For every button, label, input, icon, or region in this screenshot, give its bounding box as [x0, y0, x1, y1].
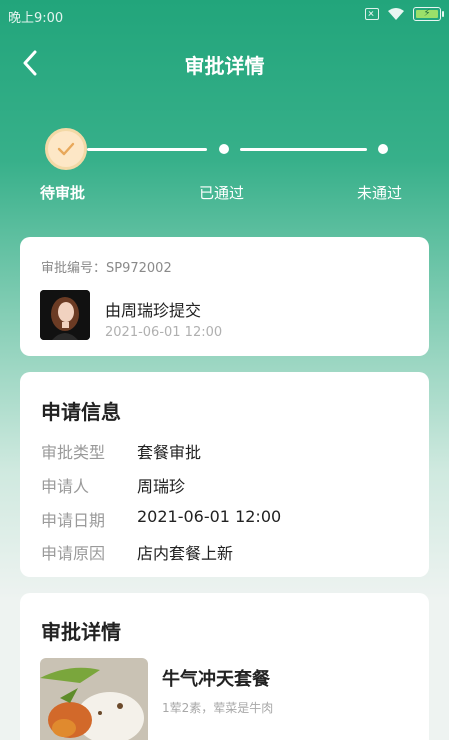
- submitter-text: 由周瑞珍提交: [105, 301, 202, 320]
- submission-card: 审批编号：SP972002 由周瑞珍提交 2021-06-01 12:00: [20, 237, 429, 356]
- wifi-icon: [388, 8, 404, 20]
- status-bar: 晚上9:00 ⚡: [0, 0, 449, 32]
- battery-charging-icon: ⚡: [413, 7, 444, 21]
- info-label: 审批类型: [41, 443, 106, 462]
- step-current-indicator: [45, 128, 87, 170]
- step-dot-approved: [219, 144, 229, 154]
- meal-image[interactable]: [40, 658, 148, 740]
- info-value: 店内套餐上新: [137, 544, 234, 563]
- nav-bar: 审批详情: [0, 32, 449, 94]
- info-label: 申请日期: [41, 511, 106, 530]
- avatar: [40, 290, 90, 340]
- approval-detail-card: 审批详情 牛气冲天套餐 1荤2素，荤菜是牛肉: [20, 593, 429, 740]
- info-value: 周瑞珍: [137, 477, 186, 496]
- info-label: 申请人: [41, 477, 90, 496]
- submit-time: 2021-06-01 12:00: [105, 325, 223, 340]
- info-value: 2021-06-01 12:00: [137, 507, 282, 526]
- info-value: 套餐审批: [137, 443, 202, 462]
- step-label-rejected: 未通过: [357, 184, 403, 202]
- meal-description: 1荤2素，荤菜是牛肉: [162, 701, 274, 715]
- check-icon: [57, 142, 75, 156]
- approval-number: 审批编号：SP972002: [41, 261, 172, 276]
- page-title: 审批详情: [184, 54, 265, 78]
- step-label-approved: 已通过: [199, 184, 245, 202]
- info-label: 申请原因: [41, 544, 106, 563]
- meal-name: 牛气冲天套餐: [162, 669, 270, 690]
- application-info-title: 申请信息: [41, 400, 121, 424]
- status-icons: ⚡: [365, 7, 444, 21]
- sim-off-icon: [365, 8, 379, 20]
- step-label-pending: 待审批: [40, 184, 86, 202]
- approval-detail-title: 审批详情: [41, 620, 121, 644]
- step-dot-rejected: [378, 144, 388, 154]
- approval-stepper: 待审批 已通过 未通过: [0, 128, 449, 208]
- step-connector: [87, 148, 207, 151]
- application-info-card: 申请信息 审批类型 套餐审批 申请人 周瑞珍 申请日期 2021-06-01 1…: [20, 372, 429, 577]
- status-time: 晚上9:00: [8, 11, 64, 26]
- step-connector: [240, 148, 367, 151]
